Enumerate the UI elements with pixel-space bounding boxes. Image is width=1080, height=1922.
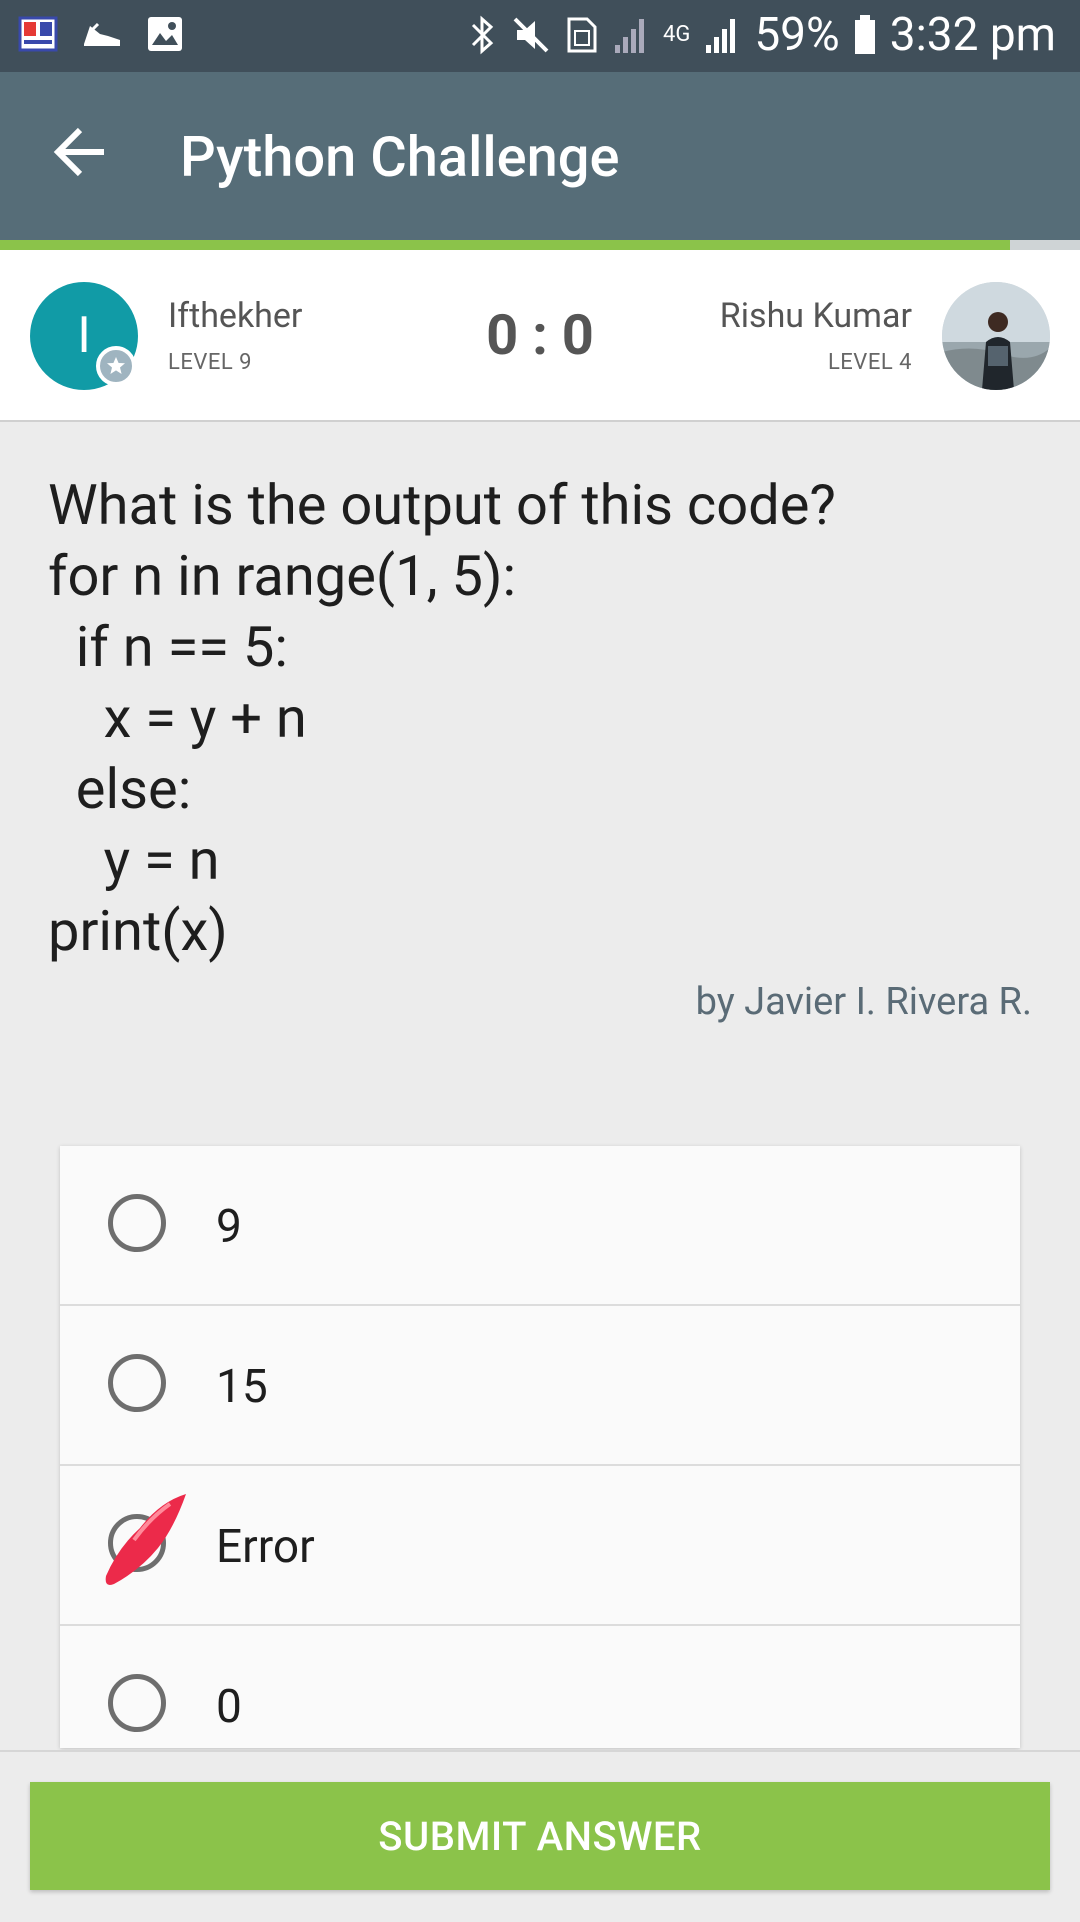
status-bar: 4G 59% 3:32 pm (0, 0, 1080, 72)
option-label: Error (216, 1520, 315, 1574)
opponent-level: LEVEL 4 (827, 350, 912, 375)
player-level: LEVEL 9 (168, 350, 253, 375)
image-icon (146, 15, 184, 53)
radio-button[interactable] (108, 1674, 166, 1732)
eliminated-mark-icon (105, 1494, 186, 1585)
sim-icon (565, 15, 599, 55)
battery-percent: 59% (754, 8, 840, 62)
player-name: Ifthekher (168, 296, 303, 336)
opponent-avatar[interactable] (942, 282, 1050, 390)
answer-option[interactable]: 15 (60, 1306, 1020, 1466)
challenge-progress (0, 240, 1080, 250)
avatar-initial: I (77, 307, 91, 365)
answer-option[interactable]: 0 (60, 1626, 1020, 1748)
arrow-left-icon (53, 127, 104, 177)
clock: 3:32 pm (889, 8, 1056, 62)
answer-option[interactable]: Error (60, 1466, 1020, 1626)
question-line: What is the output of this code? (48, 472, 836, 538)
radio-button[interactable] (108, 1194, 166, 1252)
code-line: if n == 5: (48, 614, 288, 680)
signal-icon (613, 15, 649, 55)
players-bar: I Ifthekher LEVEL 9 0 : 0 Rishu Kumar LE… (0, 250, 1080, 422)
running-shoe-icon (80, 14, 124, 54)
opponent-name: Rishu Kumar (719, 296, 912, 336)
star-badge-icon (96, 346, 136, 386)
question-author: by Javier I. Rivera R. (695, 980, 1032, 1024)
question-text: What is the output of this code? for n i… (48, 470, 1048, 967)
battery-icon (854, 15, 876, 55)
submit-answer-button[interactable]: SUBMIT ANSWER (30, 1782, 1050, 1890)
progress-fill (0, 240, 1010, 250)
bluetooth-icon (467, 13, 497, 57)
code-line: else: (48, 756, 192, 822)
code-line: for n in range(1, 5): (48, 543, 517, 609)
answer-option[interactable]: 9 (60, 1146, 1020, 1306)
code-line: y = n (48, 827, 220, 893)
option-label: 9 (216, 1200, 242, 1254)
news-app-icon (18, 14, 58, 54)
radio-button[interactable] (108, 1354, 166, 1412)
score: 0 : 0 (486, 302, 594, 368)
option-label: 15 (216, 1360, 268, 1414)
mute-icon (511, 15, 551, 55)
code-line: x = y + n (48, 685, 307, 751)
code-line: print(x) (48, 898, 228, 964)
app-bar: Python Challenge (0, 72, 1080, 240)
network-type: 4G (662, 22, 691, 47)
signal-icon (704, 15, 740, 55)
back-button[interactable] (52, 122, 112, 182)
answer-options: 9 15 Error 0 (60, 1146, 1020, 1748)
option-label: 0 (216, 1680, 242, 1734)
page-title: Python Challenge (180, 124, 620, 190)
